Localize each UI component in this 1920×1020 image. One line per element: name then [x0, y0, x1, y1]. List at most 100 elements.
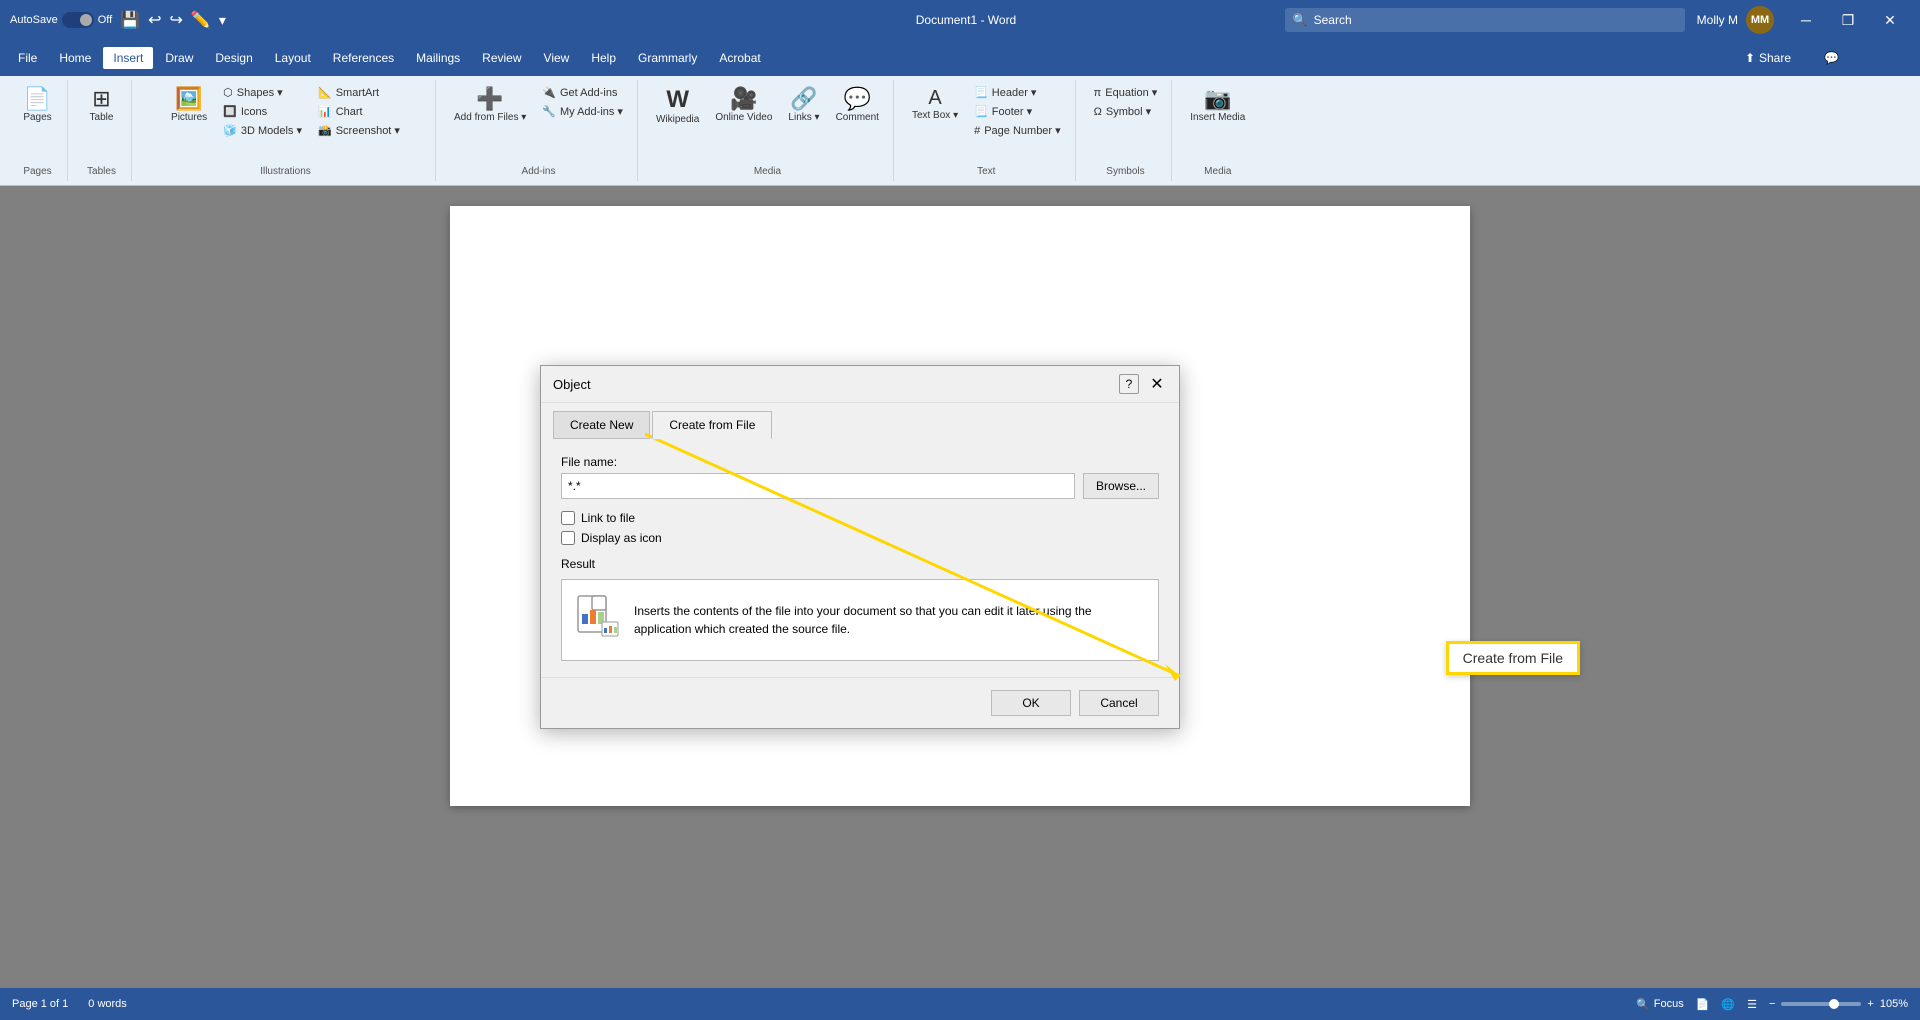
menu-view[interactable]: View [534, 47, 580, 69]
minimize-button[interactable]: ─ [1786, 0, 1826, 40]
display-as-icon-checkbox[interactable] [561, 531, 575, 545]
wikipedia-icon: W [666, 88, 689, 112]
pagenumber-icon: # [974, 125, 980, 137]
equation-icon: π [1094, 87, 1102, 99]
zoom-control[interactable]: − + 105% [1769, 998, 1908, 1010]
zoom-in-icon[interactable]: + [1867, 998, 1873, 1010]
ok-button[interactable]: OK [991, 690, 1071, 716]
menu-home[interactable]: Home [49, 47, 101, 69]
getaddins-icon: 🔌 [542, 86, 556, 99]
menu-help[interactable]: Help [581, 47, 626, 69]
ribbon-items-pages: 📄 Pages [17, 84, 57, 162]
ribbon-btn-pagenumber[interactable]: # Page Number ▾ [968, 122, 1067, 139]
ribbon-btn-textbox[interactable]: A Text Box ▾ [906, 84, 964, 125]
menu-design[interactable]: Design [205, 47, 262, 69]
ribbon-btn-onlinevideo[interactable]: 🎥 Online Video [709, 84, 778, 127]
share-button[interactable]: ⬆ Share [1731, 46, 1805, 70]
link-to-file-checkbox[interactable] [561, 511, 575, 525]
restore-button[interactable]: ❐ [1828, 0, 1868, 40]
menu-insert[interactable]: Insert [103, 47, 153, 69]
customize-icon[interactable]: ▾ [219, 12, 226, 29]
link-to-file-row: Link to file [561, 511, 1159, 525]
ribbon-btn-symbol[interactable]: Ω Symbol ▾ [1088, 103, 1164, 120]
view-web-icon[interactable]: 🌐 [1721, 998, 1735, 1011]
browse-button[interactable]: Browse... [1083, 473, 1159, 499]
ribbon-btn-getaddins[interactable]: 🔌 Get Add-ins [536, 84, 629, 101]
symbol-icon: Ω [1094, 106, 1102, 118]
ribbon-items-text: A Text Box ▾ 📃 Header ▾ 📃 Footer ▾ # Pag… [906, 84, 1067, 162]
comments-button[interactable]: 💬 Comments [1813, 45, 1912, 71]
avatar[interactable]: MM [1746, 6, 1774, 34]
dialog-controls: ? ✕ [1119, 374, 1167, 394]
draw-icon[interactable]: ✏️ [191, 10, 211, 30]
view-print-icon[interactable]: 📄 [1696, 998, 1710, 1011]
ribbon-btn-header[interactable]: 📃 Header ▾ [968, 84, 1067, 101]
autosave-switch[interactable] [62, 12, 94, 28]
cancel-button[interactable]: Cancel [1079, 690, 1159, 716]
menu-file[interactable]: File [8, 47, 47, 69]
ribbon-btn-screenshot[interactable]: 📸 Screenshot ▾ [312, 122, 406, 139]
dialog-tabs: Create New Create from File [541, 403, 1179, 439]
ribbon-btn-links[interactable]: 🔗 Links ▾ [782, 84, 825, 127]
addfromfiles-icon: ➕ [476, 88, 503, 110]
comment-icon: 💬 [844, 88, 871, 110]
document-area: Object ? ✕ Create New Create from File F… [0, 186, 1920, 988]
ribbon-btn-icons[interactable]: 🔲 Icons [217, 103, 308, 120]
ribbon-btn-pages[interactable]: 📄 Pages [17, 84, 57, 127]
ribbon-group-media: W Wikipedia 🎥 Online Video 🔗 Links ▾ 💬 C… [642, 80, 894, 181]
dialog-close-button[interactable]: ✕ [1147, 374, 1167, 394]
close-button[interactable]: ✕ [1870, 0, 1910, 40]
ribbon-btn-addfromfiles[interactable]: ➕ Add from Files ▾ [448, 84, 532, 127]
ribbon-btn-shapes[interactable]: ⬡ Shapes ▾ [217, 84, 308, 101]
ribbon-btn-chart[interactable]: 📊 Chart [312, 103, 406, 120]
focus-label[interactable]: 🔍 Focus [1636, 998, 1684, 1011]
dialog-help-button[interactable]: ? [1119, 374, 1139, 394]
view-outline-icon[interactable]: ☰ [1747, 998, 1757, 1011]
status-bar: Page 1 of 1 0 words 🔍 Focus 📄 🌐 ☰ − + 10… [0, 988, 1920, 1020]
window-controls: ─ ❐ ✕ [1786, 0, 1910, 40]
filename-input[interactable] [561, 473, 1075, 499]
ribbon-items-media: W Wikipedia 🎥 Online Video 🔗 Links ▾ 💬 C… [650, 84, 885, 162]
redo-icon[interactable]: ↪ [170, 10, 183, 30]
menu-draw[interactable]: Draw [155, 47, 203, 69]
ribbon-btn-footer[interactable]: 📃 Footer ▾ [968, 103, 1067, 120]
menu-layout[interactable]: Layout [265, 47, 321, 69]
ribbon-btn-table[interactable]: ⊞ Table [82, 84, 122, 127]
undo-icon[interactable]: ↩ [148, 10, 161, 30]
ribbon-btn-smartart[interactable]: 📐 SmartArt [312, 84, 406, 101]
menu-acrobat[interactable]: Acrobat [709, 47, 770, 69]
zoom-slider[interactable] [1781, 1002, 1861, 1006]
autosave-state: Off [98, 14, 112, 26]
comments-icon: 💬 [1824, 51, 1839, 65]
ribbon-btn-pictures[interactable]: 🖼️ Pictures [165, 84, 213, 127]
zoom-thumb [1829, 999, 1839, 1009]
tables-group-label: Tables [87, 162, 116, 177]
ribbon-btn-myaddins[interactable]: 🔧 My Add-ins ▾ [536, 103, 629, 120]
user-area: Molly M MM [1697, 6, 1774, 34]
search-box[interactable]: 🔍 Search [1285, 8, 1685, 32]
autosave-toggle[interactable]: AutoSave Off [10, 12, 112, 28]
pictures-icon: 🖼️ [175, 88, 202, 110]
menu-mailings[interactable]: Mailings [406, 47, 470, 69]
save-icon[interactable]: 💾 [120, 10, 140, 30]
ribbon-btn-equation[interactable]: π Equation ▾ [1088, 84, 1164, 101]
ribbon-btn-insertmedia[interactable]: 📷 Insert Media [1184, 84, 1251, 127]
menu-grammarly[interactable]: Grammarly [628, 47, 707, 69]
autosave-label: AutoSave [10, 14, 58, 26]
ribbon-btn-comment[interactable]: 💬 Comment [830, 84, 885, 127]
ribbon-btn-3dmodels[interactable]: 🧊 3D Models ▾ [217, 122, 308, 139]
result-label: Result [561, 557, 1159, 571]
result-description: Inserts the contents of the file into yo… [634, 602, 1146, 638]
ribbon-items-symbols: π Equation ▾ Ω Symbol ▾ [1088, 84, 1164, 162]
ribbon-col-symbols: π Equation ▾ Ω Symbol ▾ [1088, 84, 1164, 120]
ribbon-btn-wikipedia[interactable]: W Wikipedia [650, 84, 705, 129]
doc-title: Document1 - Word [647, 13, 1284, 27]
ribbon-col-smartart: 📐 SmartArt 📊 Chart 📸 Screenshot ▾ [312, 84, 406, 139]
tab-create-new[interactable]: Create New [553, 411, 650, 439]
tab-create-from-file[interactable]: Create from File [652, 411, 772, 439]
zoom-out-icon[interactable]: − [1769, 998, 1775, 1010]
menu-references[interactable]: References [323, 47, 404, 69]
ribbon-group-addins: ➕ Add from Files ▾ 🔌 Get Add-ins 🔧 My Ad… [440, 80, 638, 181]
myaddins-icon: 🔧 [542, 105, 556, 118]
menu-review[interactable]: Review [472, 47, 531, 69]
